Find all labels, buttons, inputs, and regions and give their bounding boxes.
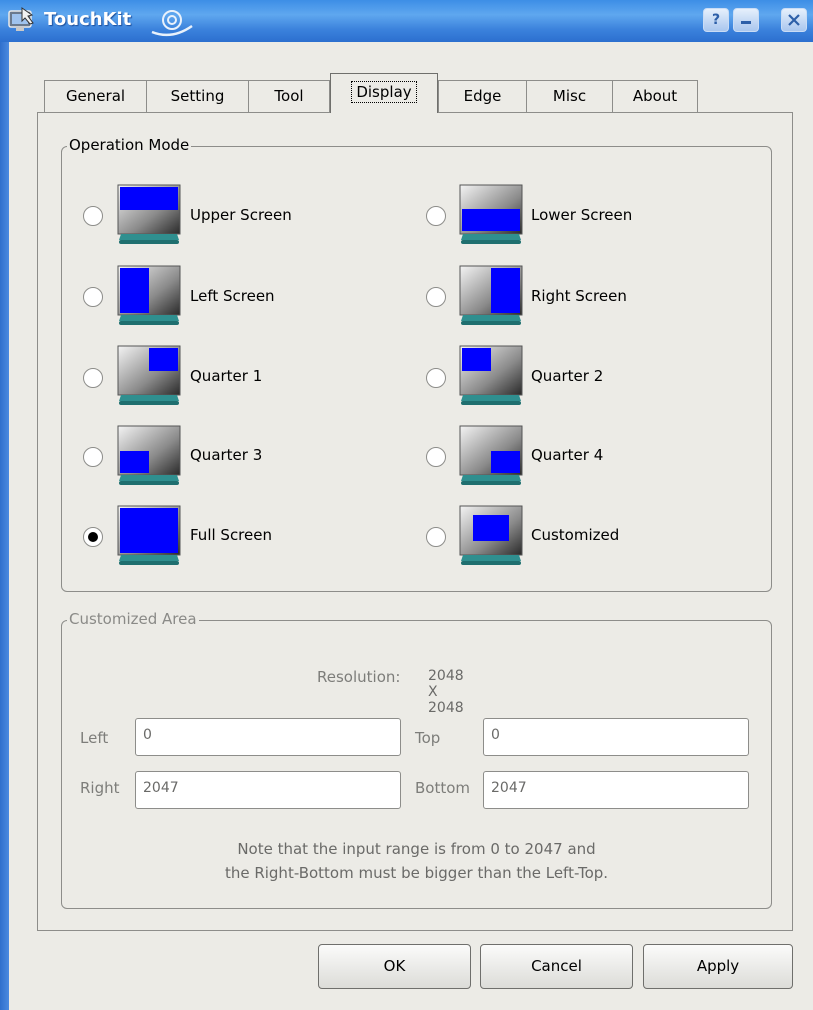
tab-general-label: General bbox=[65, 87, 126, 105]
label-quarter-2: Quarter 2 bbox=[531, 367, 604, 385]
cancel-button[interactable]: Cancel bbox=[480, 944, 633, 989]
radio-upper-screen[interactable] bbox=[83, 206, 103, 226]
full-screen-monitor-icon bbox=[117, 505, 181, 565]
close-icon bbox=[788, 14, 800, 26]
quarter-2-monitor-icon bbox=[459, 345, 523, 405]
monitor-active-area bbox=[120, 508, 178, 553]
tab-general[interactable]: General bbox=[44, 80, 147, 113]
tab-misc-label: Misc bbox=[552, 87, 587, 105]
range-note-line-1: Note that the input range is from 0 to 2… bbox=[237, 840, 596, 858]
minimize-button[interactable] bbox=[733, 8, 759, 32]
label-full-screen: Full Screen bbox=[190, 526, 272, 544]
apply-button-label: Apply bbox=[696, 957, 740, 975]
lower-screen-monitor-icon bbox=[459, 184, 523, 244]
close-button[interactable] bbox=[781, 8, 807, 32]
label-quarter-3: Quarter 3 bbox=[190, 446, 263, 464]
quarter-3-monitor-icon bbox=[117, 425, 181, 485]
monitor-active-area bbox=[491, 268, 520, 313]
quarter-1-monitor-icon bbox=[117, 345, 181, 405]
upper-screen-monitor-icon bbox=[117, 184, 181, 244]
tab-about[interactable]: About bbox=[612, 80, 698, 113]
right-label: Right bbox=[80, 779, 120, 797]
tab-display-label: Display bbox=[351, 81, 417, 103]
minimize-icon bbox=[741, 21, 751, 24]
label-quarter-4: Quarter 4 bbox=[531, 446, 604, 464]
tab-about-label: About bbox=[632, 87, 678, 105]
resolution-value: 2048 X 2048 bbox=[428, 668, 464, 716]
touchkit-logo-icon bbox=[151, 10, 193, 37]
tab-setting[interactable]: Setting bbox=[146, 80, 249, 113]
monitor-active-area bbox=[120, 451, 149, 473]
radio-right-screen[interactable] bbox=[426, 287, 446, 307]
bottom-label: Bottom bbox=[415, 779, 471, 797]
tab-tool[interactable]: Tool bbox=[248, 80, 330, 113]
radio-quarter-2[interactable] bbox=[426, 368, 446, 388]
radio-customized[interactable] bbox=[426, 527, 446, 547]
monitor-active-area bbox=[149, 348, 178, 371]
tab-tool-label: Tool bbox=[274, 87, 304, 105]
top-input-value: 0 bbox=[491, 727, 500, 743]
ok-button[interactable]: OK bbox=[318, 944, 471, 989]
tab-setting-label: Setting bbox=[170, 87, 225, 105]
radio-quarter-4[interactable] bbox=[426, 447, 446, 467]
monitor-active-area bbox=[120, 268, 149, 313]
window-title: TouchKit bbox=[44, 9, 132, 30]
tab-misc[interactable]: Misc bbox=[526, 80, 613, 113]
tab-edge-label: Edge bbox=[463, 87, 502, 105]
label-left-screen: Left Screen bbox=[190, 287, 275, 305]
cancel-button-label: Cancel bbox=[531, 957, 582, 975]
monitor-active-area bbox=[473, 515, 509, 541]
customized-area-title: Customized Area bbox=[67, 610, 199, 628]
label-upper-screen: Upper Screen bbox=[190, 206, 292, 224]
top-input[interactable]: 0 bbox=[483, 718, 749, 756]
resolution-label: Resolution: bbox=[317, 668, 401, 686]
touchkit-window: TouchKit ? General Setting Tool Display … bbox=[0, 0, 813, 1010]
window-left-border bbox=[0, 42, 9, 1010]
bottom-input-value: 2047 bbox=[491, 780, 527, 796]
left-input[interactable]: 0 bbox=[135, 718, 401, 756]
label-quarter-1: Quarter 1 bbox=[190, 367, 263, 385]
ok-button-label: OK bbox=[383, 957, 406, 975]
radio-lower-screen[interactable] bbox=[426, 206, 446, 226]
left-input-value: 0 bbox=[143, 727, 152, 743]
tab-display[interactable]: Display bbox=[330, 73, 438, 113]
label-customized: Customized bbox=[531, 526, 620, 544]
monitor-active-area bbox=[462, 209, 520, 231]
range-note-line-2: the Right-Bottom must be bigger than the… bbox=[224, 864, 609, 882]
monitor-active-area bbox=[120, 187, 178, 210]
tab-edge[interactable]: Edge bbox=[438, 80, 527, 113]
radio-quarter-3[interactable] bbox=[83, 447, 103, 467]
help-button[interactable]: ? bbox=[703, 8, 729, 32]
customized-monitor-icon bbox=[459, 505, 523, 565]
radio-quarter-1[interactable] bbox=[83, 368, 103, 388]
radio-full-screen[interactable] bbox=[83, 527, 103, 547]
quarter-4-monitor-icon bbox=[459, 425, 523, 485]
monitor-active-area bbox=[462, 348, 491, 371]
touchkit-app-icon bbox=[8, 7, 34, 31]
right-input-value: 2047 bbox=[143, 780, 179, 796]
title-bar[interactable]: TouchKit ? bbox=[0, 0, 813, 42]
right-input[interactable]: 2047 bbox=[135, 771, 401, 809]
monitor-active-area bbox=[491, 451, 520, 473]
apply-button[interactable]: Apply bbox=[643, 944, 793, 989]
label-right-screen: Right Screen bbox=[531, 287, 627, 305]
radio-left-screen[interactable] bbox=[83, 287, 103, 307]
label-lower-screen: Lower Screen bbox=[531, 206, 633, 224]
right-screen-monitor-icon bbox=[459, 265, 523, 325]
left-screen-monitor-icon bbox=[117, 265, 181, 325]
left-label: Left bbox=[80, 729, 109, 747]
bottom-input[interactable]: 2047 bbox=[483, 771, 749, 809]
top-label: Top bbox=[415, 729, 441, 747]
operation-mode-title: Operation Mode bbox=[67, 136, 192, 154]
